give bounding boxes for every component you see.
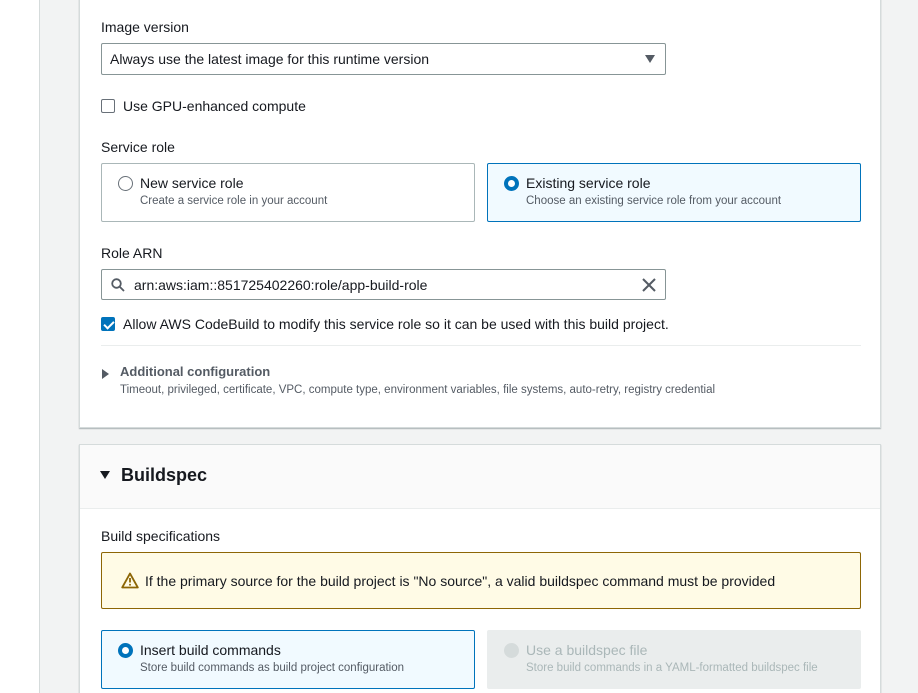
allow-modify-role-checkbox-row[interactable]: Allow AWS CodeBuild to modify this servi…: [101, 316, 669, 332]
insert-build-commands-tile[interactable]: Insert build commands Store build comman…: [101, 630, 475, 689]
environment-panel: Image version Always use the latest imag…: [79, 0, 881, 428]
gpu-compute-label: Use GPU-enhanced compute: [123, 98, 306, 114]
service-role-label: Service role: [101, 139, 175, 155]
existing-service-role-title: Existing service role: [526, 175, 651, 191]
image-version-select[interactable]: Always use the latest image for this run…: [101, 43, 666, 75]
role-arn-search-input[interactable]: arn:aws:iam::851725402260:role/app-build…: [101, 269, 666, 300]
existing-service-role-tile[interactable]: Existing service role Choose an existing…: [487, 163, 861, 222]
divider: [101, 345, 861, 346]
existing-service-role-radio[interactable]: [504, 176, 519, 191]
buildspec-section-header[interactable]: Buildspec: [80, 445, 880, 509]
insert-build-commands-desc: Store build commands as build project co…: [140, 662, 405, 674]
additional-configuration-title[interactable]: Additional configuration: [120, 364, 270, 379]
warning-icon: [121, 572, 139, 589]
build-specifications-label: Build specifications: [101, 528, 221, 544]
image-version-label: Image version: [101, 19, 189, 35]
alert-text: If the primary source for the build proj…: [145, 572, 776, 589]
search-icon: [111, 278, 125, 292]
image-version-value: Always use the latest image for this run…: [110, 51, 430, 67]
new-service-role-title: New service role: [140, 175, 244, 191]
new-service-role-radio[interactable]: [118, 176, 133, 191]
use-buildspec-file-tile: Use a buildspec file Store build command…: [487, 630, 861, 689]
use-buildspec-file-radio: [504, 643, 519, 658]
gpu-compute-checkbox[interactable]: [101, 99, 115, 113]
existing-service-role-desc: Choose an existing service role from you…: [526, 195, 782, 207]
role-arn-value: arn:aws:iam::851725402260:role/app-build…: [134, 276, 428, 293]
left-navigation-rail: [0, 0, 40, 693]
buildspec-panel: Buildspec Build specifications If the pr…: [79, 444, 881, 693]
insert-build-commands-radio[interactable]: [118, 643, 133, 658]
buildspec-title: Buildspec: [121, 465, 208, 485]
use-buildspec-file-title: Use a buildspec file: [526, 642, 648, 658]
insert-build-commands-title: Insert build commands: [140, 642, 281, 658]
close-icon[interactable]: [642, 278, 656, 292]
new-service-role-desc: Create a service role in your account: [140, 195, 328, 207]
allow-modify-role-label: Allow AWS CodeBuild to modify this servi…: [123, 316, 669, 332]
buildspec-warning-alert: If the primary source for the build proj…: [101, 552, 861, 609]
new-service-role-tile[interactable]: New service role Create a service role i…: [101, 163, 475, 222]
additional-configuration-desc: Timeout, privileged, certificate, VPC, c…: [120, 384, 716, 396]
gpu-compute-checkbox-row[interactable]: Use GPU-enhanced compute: [101, 98, 306, 114]
use-buildspec-file-desc: Store build commands in a YAML-formatted…: [526, 662, 818, 674]
allow-modify-role-checkbox[interactable]: [101, 317, 115, 331]
caret-right-icon: [102, 369, 109, 379]
role-arn-label: Role ARN: [101, 245, 163, 261]
caret-down-icon: [645, 55, 655, 63]
caret-down-icon: [100, 471, 110, 479]
